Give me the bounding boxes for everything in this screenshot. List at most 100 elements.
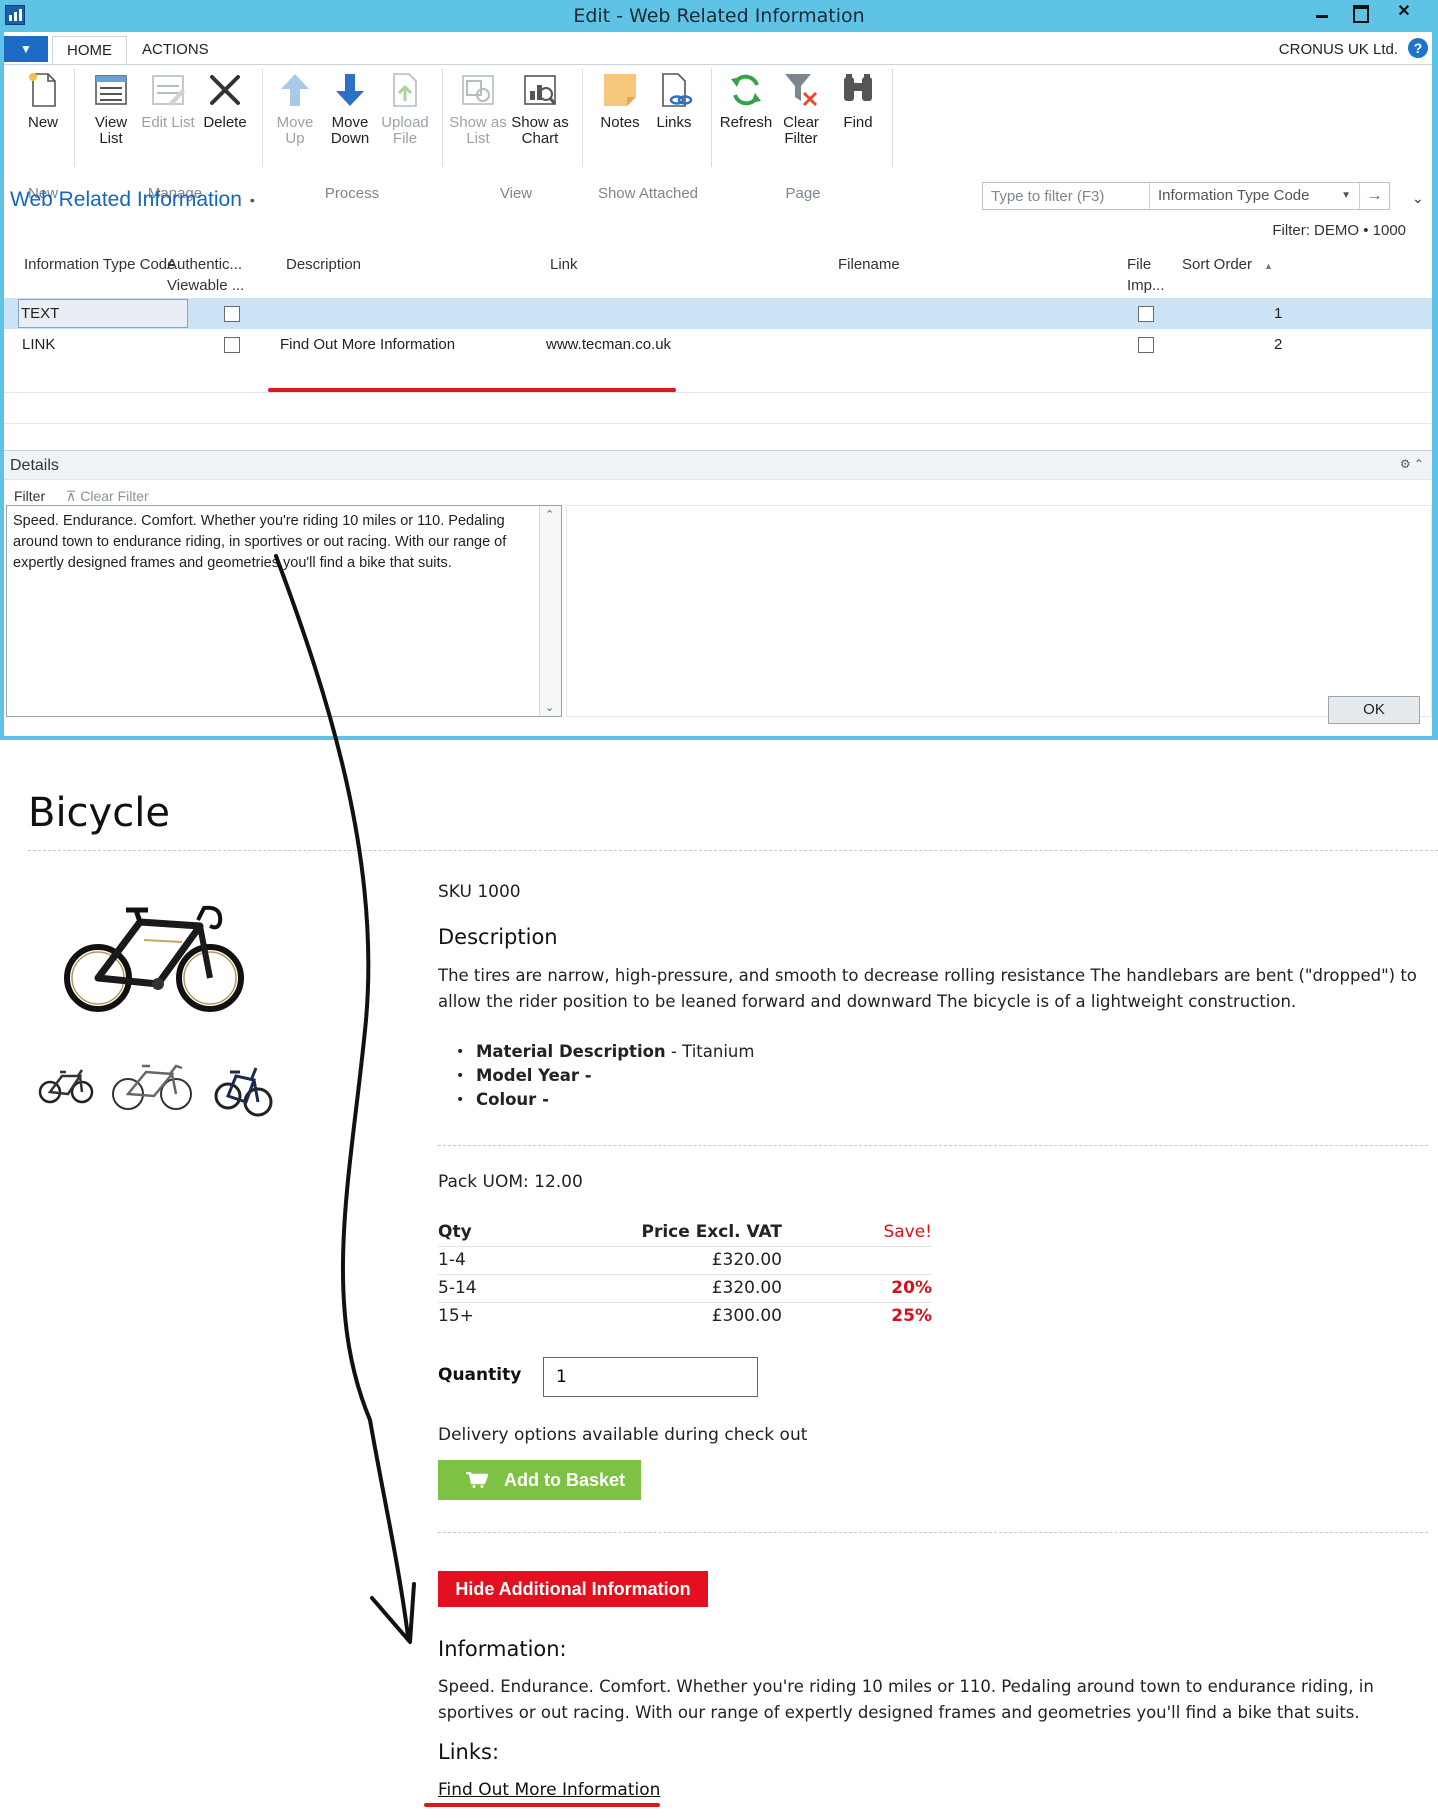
details-text-area[interactable]: Speed. Endurance. Comfort. Whether you'r… [6, 505, 562, 717]
edit-list-icon [152, 75, 185, 106]
links-button[interactable]: Links [645, 71, 703, 131]
find-out-more-link[interactable]: Find Out More Information [438, 1780, 660, 1800]
product-web-page: Bicycle SKU 1000 Description The tires a… [0, 740, 1438, 1820]
notes-button[interactable]: Notes [591, 71, 649, 131]
new-button[interactable]: New [14, 71, 72, 131]
binoculars-icon [844, 74, 872, 101]
delete-button[interactable]: Delete [196, 71, 254, 131]
refresh-button[interactable]: Refresh [717, 71, 775, 131]
section-divider [438, 1532, 1428, 1533]
column-header-sort-order[interactable]: Sort Order ▲ [1182, 254, 1273, 277]
links-heading: Links: [438, 1740, 500, 1764]
save-cell: 20% [792, 1273, 932, 1302]
cell-info-type-code[interactable]: TEXT [18, 299, 188, 328]
tab-actions[interactable]: ACTIONS [128, 36, 223, 64]
qty-cell: 15+ [438, 1301, 511, 1330]
details-filter-button[interactable]: Filter [14, 488, 45, 504]
quick-filter-box: Information Type Code▼ → [982, 182, 1390, 210]
cell-link[interactable]: www.tecman.co.uk [546, 336, 671, 353]
chevron-down-icon: ▼ [1341, 190, 1351, 201]
ribbon-separator [892, 69, 893, 167]
bicycle-thumbnail[interactable] [112, 1056, 194, 1112]
ribbon-tab-bar: ▼ HOME ACTIONS CRONUS UK Ltd. ? [4, 32, 1432, 64]
ribbon-separator [442, 69, 443, 167]
group-label-page: Page [785, 185, 821, 202]
price-cell: £320.00 [510, 1273, 792, 1302]
maximize-button[interactable] [1339, 0, 1379, 26]
checkbox-file-imp[interactable] [1138, 306, 1154, 322]
show-as-chart-button[interactable]: Show as Chart [511, 71, 569, 147]
column-header-filename[interactable]: Filename [838, 254, 900, 275]
scroll-up-icon[interactable]: ⌃ [545, 508, 554, 521]
save-cell: 25% [792, 1301, 932, 1330]
table-row[interactable]: TEXT 1 [4, 298, 1432, 329]
checkbox-authentic-viewable[interactable] [224, 306, 240, 322]
filter-field-select[interactable]: Information Type Code ▼ [1149, 183, 1359, 209]
details-collapse-icon[interactable]: ⚙ ⌃ [1400, 457, 1424, 471]
list-item: Colour - [456, 1088, 754, 1112]
checkbox-file-imp[interactable] [1138, 337, 1154, 353]
price-cell: £320.00 [510, 1245, 792, 1274]
column-header-link[interactable]: Link [550, 254, 578, 275]
filter-input[interactable] [983, 183, 1147, 209]
cell-sort-order[interactable]: 1 [1274, 305, 1282, 322]
app-menu-button[interactable]: ▼ [4, 36, 48, 62]
column-header-description[interactable]: Description [286, 254, 361, 275]
information-heading: Information: [438, 1637, 567, 1661]
information-text: Speed. Endurance. Comfort. Whether you'r… [438, 1677, 1374, 1722]
move-down-button[interactable]: Move Down [321, 71, 379, 147]
qty-cell: 5-14 [438, 1273, 511, 1302]
arrow-up-icon [281, 74, 309, 106]
column-header-file-imp[interactable]: File Imp... [1127, 254, 1171, 296]
save-cell [792, 1245, 932, 1274]
attribute-list: Material Description - Titanium Model Ye… [456, 1040, 754, 1112]
upload-file-button[interactable]: Upload File [376, 71, 434, 147]
close-button[interactable]: ✕ [1378, 0, 1430, 26]
links-icon [662, 73, 693, 107]
filter-go-arrow-icon[interactable]: → [1359, 183, 1389, 209]
filter-status: Filter: DEMO • 1000 [1272, 222, 1406, 239]
show-as-chart-icon [524, 75, 557, 105]
column-header-info-type-code[interactable]: Information Type Code [24, 254, 175, 275]
table-row[interactable]: LINK Find Out More Information www.tecma… [4, 329, 1432, 360]
clear-filter-icon [785, 74, 818, 107]
cell-info-type-code[interactable]: LINK [22, 336, 55, 353]
notes-icon [604, 74, 636, 106]
show-as-list-button[interactable]: Show as List [449, 71, 507, 147]
quantity-input[interactable] [543, 1357, 758, 1397]
cell-sort-order[interactable]: 2 [1274, 336, 1282, 353]
view-list-button[interactable]: View List [82, 71, 140, 147]
list-item: Material Description - Titanium [456, 1040, 754, 1064]
clear-filter-icon: ⊼ [66, 488, 77, 504]
ribbon-separator [74, 69, 75, 167]
find-button[interactable]: Find [829, 71, 887, 131]
description-heading: Description [438, 925, 558, 949]
chevron-down-icon[interactable]: ⌄ [1412, 190, 1424, 207]
add-to-basket-button[interactable]: Add to Basket [438, 1460, 641, 1500]
minimize-button[interactable] [1302, 0, 1342, 26]
hide-additional-info-button[interactable]: Hide Additional Information [438, 1571, 708, 1607]
page-title[interactable]: Web Related Information • [10, 188, 255, 212]
table-row: 15+ £300.00 25% [438, 1301, 932, 1330]
product-description: The tires are narrow, high-pressure, and… [438, 966, 1417, 1011]
bicycle-main-image[interactable] [62, 900, 248, 1020]
company-name[interactable]: CRONUS UK Ltd. [1279, 41, 1398, 58]
bicycle-thumbnail[interactable] [212, 1060, 274, 1120]
details-scrollbar[interactable]: ⌃ ⌄ [539, 506, 561, 716]
move-up-button[interactable]: Move Up [266, 71, 324, 147]
details-title: Details [10, 457, 59, 474]
ok-button[interactable]: OK [1328, 696, 1420, 724]
group-label-view: View [499, 185, 533, 202]
checkbox-authentic-viewable[interactable] [224, 337, 240, 353]
delete-x-icon [210, 75, 240, 105]
edit-list-button[interactable]: Edit List [139, 71, 197, 131]
scroll-down-icon[interactable]: ⌄ [545, 701, 554, 714]
clear-filter-button[interactable]: Clear Filter [772, 71, 830, 147]
help-icon[interactable]: ? [1408, 38, 1428, 58]
tab-home[interactable]: HOME [52, 36, 127, 64]
cell-description[interactable]: Find Out More Information [280, 336, 455, 353]
details-clear-filter-button[interactable]: ⊼ Clear Filter [66, 488, 149, 505]
arrow-down-icon [336, 74, 364, 106]
column-header-authentic-viewable[interactable]: Authentic... Viewable ... [167, 254, 245, 296]
bicycle-thumbnail[interactable] [38, 1062, 94, 1108]
